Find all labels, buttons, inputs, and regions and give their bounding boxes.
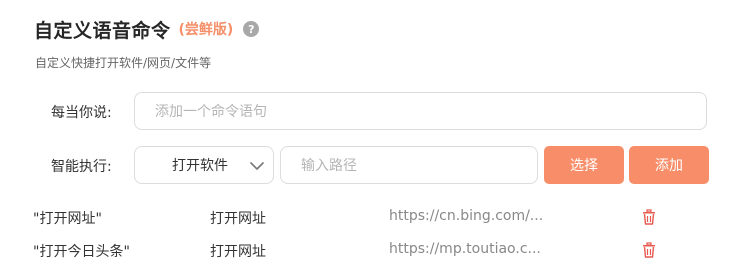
- path-input[interactable]: 输入路径: [280, 146, 538, 184]
- help-icon[interactable]: ?: [243, 21, 260, 37]
- action-label: 智能执行:: [51, 159, 112, 175]
- beta-badge: (尝鲜版): [178, 22, 234, 38]
- trash-icon[interactable]: [641, 242, 657, 258]
- command-label: 每当你说:: [51, 105, 112, 121]
- add-button[interactable]: 添加: [629, 146, 709, 184]
- command-input[interactable]: 添加一个命令语句: [134, 92, 707, 130]
- command-action: 打开网址: [210, 244, 266, 260]
- header: 自定义语音命令 (尝鲜版) ?: [34, 16, 260, 42]
- command-phrase: "打开网址": [33, 211, 102, 227]
- choose-button[interactable]: 选择: [544, 146, 624, 184]
- page-subtitle: 自定义快捷打开软件/网页/文件等: [35, 56, 212, 70]
- action-select-value: 打开软件: [172, 158, 228, 174]
- trash-icon[interactable]: [641, 209, 657, 225]
- page-title: 自定义语音命令: [34, 19, 171, 42]
- command-phrase: "打开今日头条": [33, 244, 130, 260]
- command-target: https://mp.toutiao.c...: [389, 241, 541, 257]
- chevron-down-icon: [250, 162, 264, 170]
- command-action: 打开网址: [210, 211, 266, 227]
- action-select[interactable]: 打开软件: [134, 146, 274, 184]
- command-target: https://cn.bing.com/...: [389, 208, 544, 224]
